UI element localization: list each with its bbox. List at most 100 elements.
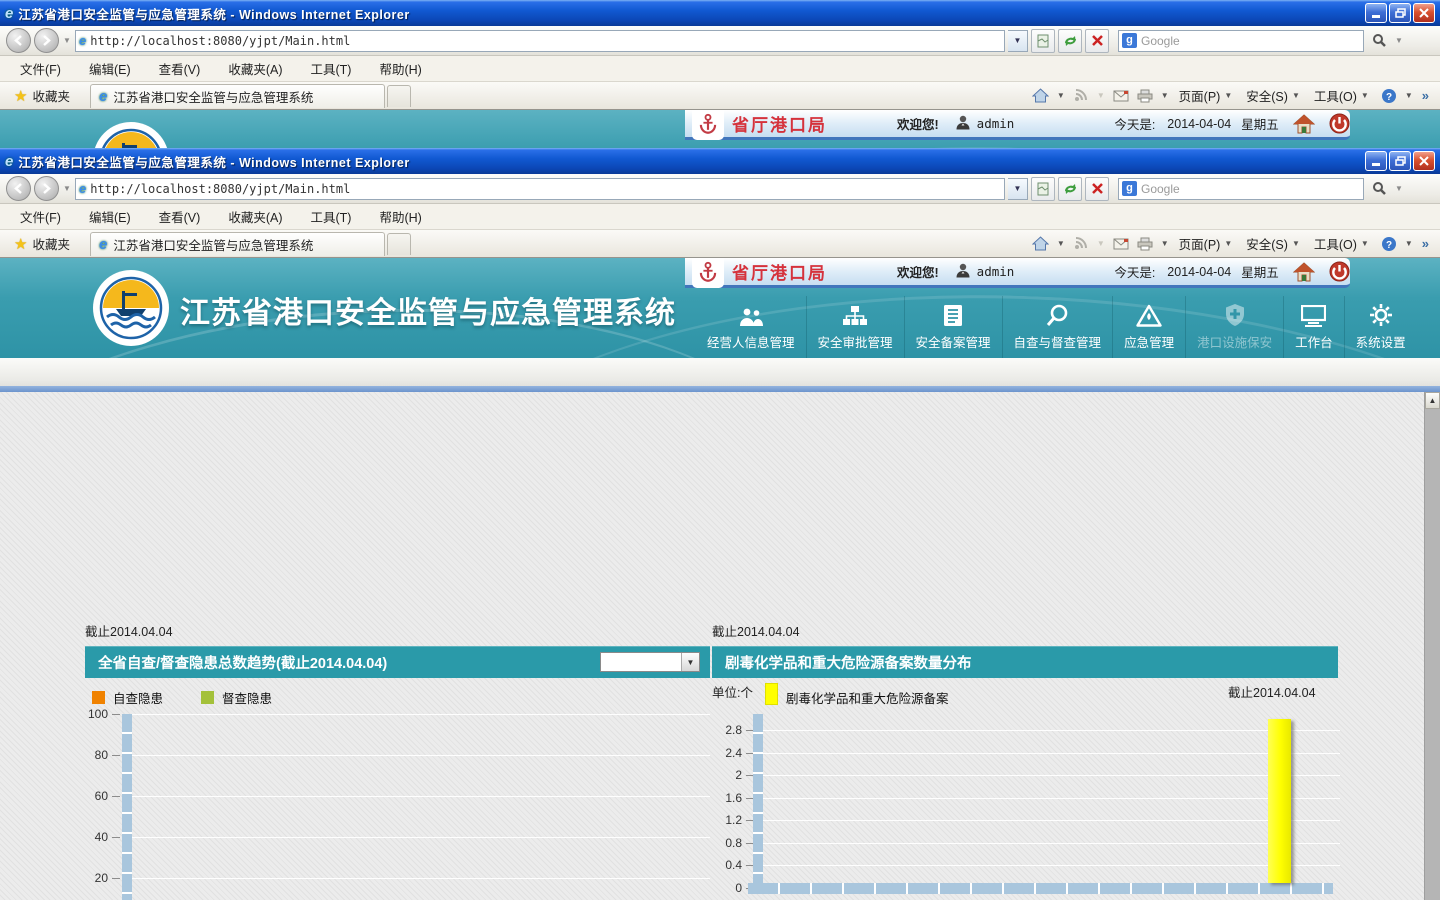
help-icon[interactable]: ? — [1379, 86, 1399, 106]
menu-file[interactable]: 文件(F) — [6, 55, 75, 82]
nav-workbench[interactable]: 工作台 — [1283, 296, 1344, 358]
nav-system-settings[interactable]: 系统设置 — [1344, 296, 1417, 358]
address-input[interactable] — [90, 182, 1001, 196]
favorites-button[interactable]: ★ 收藏夹 — [4, 231, 80, 256]
menu-help[interactable]: 帮助(H) — [365, 55, 435, 82]
page-menu-button[interactable]: 页面(P)▼ — [1175, 232, 1239, 255]
print-dropdown-icon[interactable]: ▼ — [1161, 239, 1169, 248]
read-mail-icon[interactable] — [1111, 234, 1131, 254]
security-menu-button[interactable]: 安全(S)▼ — [1242, 232, 1306, 255]
address-dropdown-button[interactable]: ▼ — [1008, 30, 1028, 52]
home-shortcut-icon[interactable] — [1293, 262, 1315, 282]
nav-safety-approval[interactable]: 安全审批管理 — [806, 296, 904, 358]
menu-help[interactable]: 帮助(H) — [365, 203, 435, 230]
print-icon[interactable] — [1135, 234, 1155, 254]
back-button[interactable] — [6, 28, 31, 53]
stop-button[interactable] — [1085, 177, 1109, 201]
search-go-button[interactable] — [1367, 177, 1391, 201]
search-options-icon[interactable]: ▼ — [1394, 36, 1404, 45]
address-input[interactable] — [90, 34, 1001, 48]
address-field[interactable]: e — [75, 178, 1005, 200]
browser-tab[interactable]: e 江苏省港口安全监管与应急管理系统 — [90, 232, 385, 256]
region-select[interactable]: ▼ — [600, 652, 700, 672]
home-icon[interactable] — [1031, 234, 1051, 254]
close-button[interactable] — [1413, 3, 1435, 23]
menu-view[interactable]: 查看(V) — [145, 203, 215, 230]
page-content-cropped: 江苏省港口安全监管与应急管理系统 省厅港口局 欢迎您! admin 今天是: 2… — [0, 110, 1440, 148]
refresh-button[interactable] — [1058, 29, 1082, 53]
history-dropdown-icon[interactable]: ▼ — [62, 184, 72, 193]
compatibility-view-button[interactable] — [1031, 177, 1055, 201]
tick-mark — [746, 775, 753, 776]
forward-button[interactable] — [34, 28, 59, 53]
date-value: 2014-04-04 — [1167, 265, 1231, 279]
help-icon[interactable]: ? — [1379, 234, 1399, 254]
close-button[interactable] — [1413, 151, 1435, 171]
nav-self-inspection[interactable]: 自查与督查管理 — [1002, 296, 1113, 358]
search-go-button[interactable] — [1367, 29, 1391, 53]
help-dropdown-icon[interactable]: ▼ — [1405, 239, 1413, 248]
search-box[interactable]: g — [1118, 30, 1364, 52]
home-dropdown-icon[interactable]: ▼ — [1057, 91, 1065, 100]
tick-mark — [746, 753, 753, 754]
stop-button[interactable] — [1085, 29, 1109, 53]
logout-power-icon[interactable] — [1329, 113, 1350, 134]
svg-text:?: ? — [1386, 240, 1392, 251]
new-tab-stub[interactable] — [387, 85, 411, 107]
back-button[interactable] — [6, 176, 31, 201]
page-scrollbar[interactable]: ▲ — [1424, 392, 1440, 900]
tools-menu-button[interactable]: 工具(O)▼ — [1310, 232, 1375, 255]
overflow-chevron[interactable]: » — [1419, 236, 1432, 251]
new-tab-stub[interactable] — [387, 233, 411, 255]
help-dropdown-icon[interactable]: ▼ — [1405, 91, 1413, 100]
minimize-button[interactable] — [1365, 3, 1387, 23]
compatibility-view-button[interactable] — [1031, 29, 1055, 53]
menu-view[interactable]: 查看(V) — [145, 55, 215, 82]
home-dropdown-icon[interactable]: ▼ — [1057, 239, 1065, 248]
security-menu-button[interactable]: 安全(S)▼ — [1242, 84, 1306, 107]
page-menu-button[interactable]: 页面(P)▼ — [1175, 84, 1239, 107]
search-options-icon[interactable]: ▼ — [1394, 184, 1404, 193]
feeds-dropdown-icon: ▼ — [1097, 91, 1105, 100]
legend-label-filing: 剧毒化学品和重大危险源备案 — [786, 680, 949, 707]
print-dropdown-icon[interactable]: ▼ — [1161, 91, 1169, 100]
nav-safety-filing[interactable]: 安全备案管理 — [904, 296, 1002, 358]
menu-file[interactable]: 文件(F) — [6, 203, 75, 230]
address-dropdown-button[interactable]: ▼ — [1008, 178, 1028, 200]
search-input[interactable] — [1141, 34, 1360, 48]
home-shortcut-icon[interactable] — [1293, 114, 1315, 134]
browser-tab[interactable]: e 江苏省港口安全监管与应急管理系统 — [90, 84, 385, 108]
menu-favorites[interactable]: 收藏夹(A) — [214, 203, 296, 230]
restore-button[interactable] — [1389, 151, 1411, 171]
menu-edit[interactable]: 编辑(E) — [75, 55, 145, 82]
tick-mark — [746, 865, 753, 866]
address-field[interactable]: e — [75, 30, 1005, 52]
feeds-icon[interactable] — [1071, 234, 1091, 254]
menu-edit[interactable]: 编辑(E) — [75, 203, 145, 230]
menu-tools[interactable]: 工具(T) — [296, 203, 365, 230]
gridline — [132, 878, 710, 879]
nav-emergency[interactable]: 应急管理 — [1112, 296, 1185, 358]
minimize-button[interactable] — [1365, 151, 1387, 171]
home-icon[interactable] — [1031, 86, 1051, 106]
nav-operator-info[interactable]: 经营人信息管理 — [696, 296, 806, 358]
history-dropdown-icon[interactable]: ▼ — [62, 36, 72, 45]
print-icon[interactable] — [1135, 86, 1155, 106]
window-titlebar[interactable]: e 江苏省港口安全监管与应急管理系统 - Windows Internet Ex… — [0, 0, 1440, 26]
menu-tools[interactable]: 工具(T) — [296, 55, 365, 82]
menu-favorites[interactable]: 收藏夹(A) — [214, 55, 296, 82]
restore-button[interactable] — [1389, 3, 1411, 23]
overflow-chevron[interactable]: » — [1419, 88, 1432, 103]
nav-port-security[interactable]: 港口设施保安 — [1185, 296, 1283, 358]
scroll-up-button[interactable]: ▲ — [1425, 392, 1440, 409]
window-titlebar[interactable]: e 江苏省港口安全监管与应急管理系统 - Windows Internet Ex… — [0, 148, 1440, 174]
tools-menu-button[interactable]: 工具(O)▼ — [1310, 84, 1375, 107]
read-mail-icon[interactable] — [1111, 86, 1131, 106]
forward-button[interactable] — [34, 176, 59, 201]
favorites-button[interactable]: ★ 收藏夹 — [4, 83, 80, 108]
logout-power-icon[interactable] — [1329, 261, 1350, 282]
search-input[interactable] — [1141, 182, 1360, 196]
feeds-icon[interactable] — [1071, 86, 1091, 106]
search-box[interactable]: g — [1118, 178, 1364, 200]
refresh-button[interactable] — [1058, 177, 1082, 201]
